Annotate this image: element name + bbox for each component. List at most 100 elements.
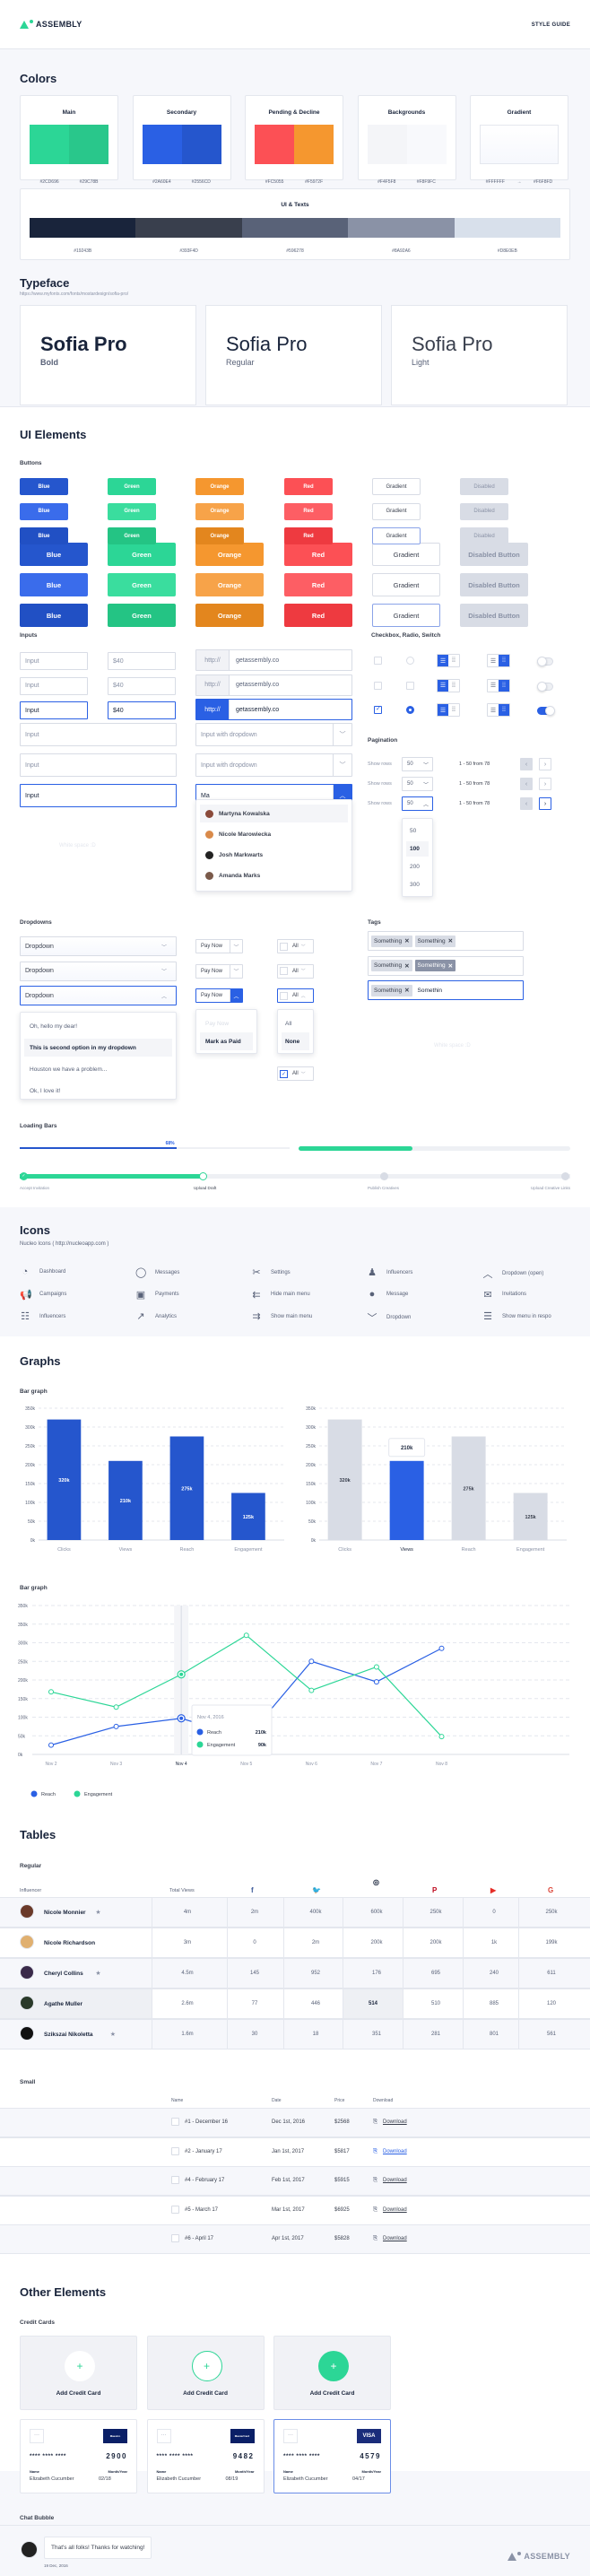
prev-page-button[interactable]: ‹ <box>520 778 533 790</box>
input-field[interactable]: Input <box>20 652 88 670</box>
rows-option[interactable]: 200 <box>406 859 429 875</box>
more-options-icon[interactable]: ··· <box>156 2429 171 2443</box>
url-input[interactable]: http:// getassembly.co <box>195 699 352 720</box>
split-button[interactable]: Pay Now ︿ <box>195 988 243 1003</box>
checkbox[interactable] <box>374 681 382 690</box>
row-checkbox[interactable] <box>171 2118 179 2126</box>
tag-input[interactable]: Something ✕ Something ✕ <box>368 931 524 951</box>
star-icon[interactable]: ★ <box>95 1970 100 1977</box>
toggle-switch[interactable] <box>537 657 553 666</box>
download-link[interactable]: Download <box>383 2149 407 2154</box>
radio-button[interactable] <box>406 657 414 665</box>
button-red-large[interactable]: Red <box>284 604 352 627</box>
tag-input[interactable]: Something ✕ Somethin <box>368 980 524 1000</box>
autocomplete-option[interactable]: Nicole Marowiecka <box>200 825 348 843</box>
toggle-switch[interactable] <box>537 681 553 692</box>
button-gradient-large[interactable]: Gradient <box>372 604 440 627</box>
download-link[interactable]: Download <box>383 2236 407 2241</box>
list-view-icon[interactable]: ☰ <box>488 704 499 716</box>
wide-input[interactable]: Input <box>20 723 177 746</box>
split-option[interactable]: Mark as Paid <box>200 1032 253 1050</box>
dropdown-option[interactable]: Oh, hello my dear! <box>24 1017 172 1035</box>
credit-card[interactable]: ··· Maestro **** **** **** 2900 Name Month/Ye… <box>20 2419 137 2493</box>
wide-input[interactable]: Input <box>20 784 177 807</box>
checkbox[interactable] <box>280 967 288 975</box>
button-orange-large[interactable]: Orange <box>195 573 264 596</box>
split-button[interactable]: Pay Now ﹀ <box>195 963 243 979</box>
next-page-button[interactable]: › <box>539 758 551 770</box>
chevron-down-icon[interactable]: ﹀ <box>230 964 242 978</box>
more-options-icon[interactable]: ··· <box>283 2429 298 2443</box>
chevron-down-icon[interactable]: ﹀ <box>230 940 242 953</box>
list-view-icon[interactable]: ☰ <box>438 704 448 716</box>
check-dropdown[interactable]: ✓ All ﹀ <box>277 1066 314 1081</box>
button-gradient-small[interactable]: Gradient <box>372 478 421 495</box>
brand-logo[interactable]: ASSEMBLY <box>20 19 82 29</box>
button-orange-small[interactable]: Orange <box>195 502 244 520</box>
prev-page-button[interactable]: ‹ <box>520 758 533 770</box>
chevron-down-icon[interactable]: ﹀ <box>333 724 351 745</box>
row-checkbox[interactable] <box>171 2146 179 2155</box>
money-input[interactable]: $40 <box>108 701 176 719</box>
list-view-icon[interactable]: ☰ <box>488 655 499 666</box>
button-red-large[interactable]: Red <box>284 573 352 596</box>
tag-input[interactable]: Something ✕ Something ✕ <box>368 955 524 976</box>
button-red-small[interactable]: Red <box>284 478 333 495</box>
dropdown-option[interactable]: This is second option in my dropdown <box>24 1039 172 1057</box>
download-link[interactable]: Download <box>383 2119 407 2125</box>
wide-input[interactable]: Input <box>20 753 177 777</box>
checkbox[interactable] <box>280 942 288 951</box>
button-green-small[interactable]: Green <box>108 527 156 544</box>
autocomplete-option[interactable]: Josh Markwarts <box>200 846 348 864</box>
prev-page-button[interactable]: ‹ <box>520 797 533 810</box>
button-gradient-small[interactable]: Gradient <box>372 502 421 520</box>
rows-select[interactable]: 50 ﹀ <box>402 757 433 771</box>
footer-logo[interactable]: ASSEMBLY <box>508 2551 570 2561</box>
url-input[interactable]: http:// getassembly.co <box>195 649 352 671</box>
dropdown-select[interactable]: Dropdown ︿ <box>20 986 177 1005</box>
plus-icon[interactable]: + <box>191 2351 222 2381</box>
grid-view-icon[interactable]: ⁞⁞ <box>499 679 509 692</box>
input-with-dropdown[interactable]: Input with dropdown ﹀ <box>195 723 352 746</box>
remove-tag-icon[interactable]: ✕ <box>404 937 409 944</box>
remove-tag-icon[interactable]: ✕ <box>404 962 409 970</box>
input-field[interactable]: Input <box>20 676 88 695</box>
rows-select[interactable]: 50 ︿ <box>402 796 433 811</box>
grid-view-icon[interactable]: ⁞⁞ <box>448 680 459 692</box>
rows-option[interactable]: 100 <box>406 841 429 857</box>
add-credit-card[interactable]: + Add Credit Card <box>20 2336 137 2410</box>
button-blue-large[interactable]: Blue <box>20 604 88 627</box>
button-green-large[interactable]: Green <box>108 604 176 627</box>
button-gradient-large[interactable]: Gradient <box>372 543 440 566</box>
button-green-large[interactable]: Green <box>108 573 176 596</box>
button-red-small[interactable]: Red <box>284 527 333 544</box>
rows-select[interactable]: 50 ﹀ <box>402 777 433 791</box>
rows-option[interactable]: 50 <box>406 823 429 839</box>
autocomplete-option[interactable]: Amanda Marks <box>200 866 348 884</box>
dropdown-option[interactable]: Ok, I love it! <box>24 1082 172 1100</box>
autocomplete-option[interactable]: Martyna Kowalska <box>200 805 348 822</box>
button-blue-small[interactable]: Blue <box>20 478 68 495</box>
checkbox[interactable] <box>406 681 414 690</box>
plus-icon[interactable]: + <box>318 2351 349 2381</box>
view-toggle[interactable]: ☰ ⁞⁞ <box>487 703 510 717</box>
dropdown-select[interactable]: Dropdown ﹀ <box>20 936 177 956</box>
dropdown-option[interactable]: Houston we have a problem... <box>24 1060 172 1078</box>
more-options-icon[interactable]: ··· <box>30 2429 44 2443</box>
grid-view-icon[interactable]: ⁞⁞ <box>448 704 459 716</box>
url-input[interactable]: http:// getassembly.co <box>195 674 352 696</box>
add-credit-card[interactable]: + Add Credit Card <box>146 2336 265 2410</box>
rows-option[interactable]: 300 <box>406 877 429 892</box>
check-option[interactable]: None <box>282 1032 309 1050</box>
dropdown-select[interactable]: Dropdown ﹀ <box>20 961 177 981</box>
typeface-link[interactable]: https://www.myfonts.com/fonts/mostardesi… <box>20 292 128 297</box>
credit-card[interactable]: ··· MasterCard **** **** **** 9482 Name Month… <box>146 2419 265 2493</box>
checkbox[interactable] <box>374 657 382 665</box>
add-credit-card[interactable]: + Add Credit Card <box>273 2336 391 2410</box>
radio-button[interactable] <box>406 706 414 714</box>
button-blue-large[interactable]: Blue <box>20 543 88 566</box>
check-dropdown[interactable]: All ﹀ <box>277 939 314 953</box>
view-toggle[interactable]: ☰ ⁞⁞ <box>437 654 460 667</box>
button-blue-small[interactable]: Blue <box>20 527 68 544</box>
input-field[interactable]: Input <box>20 701 88 719</box>
